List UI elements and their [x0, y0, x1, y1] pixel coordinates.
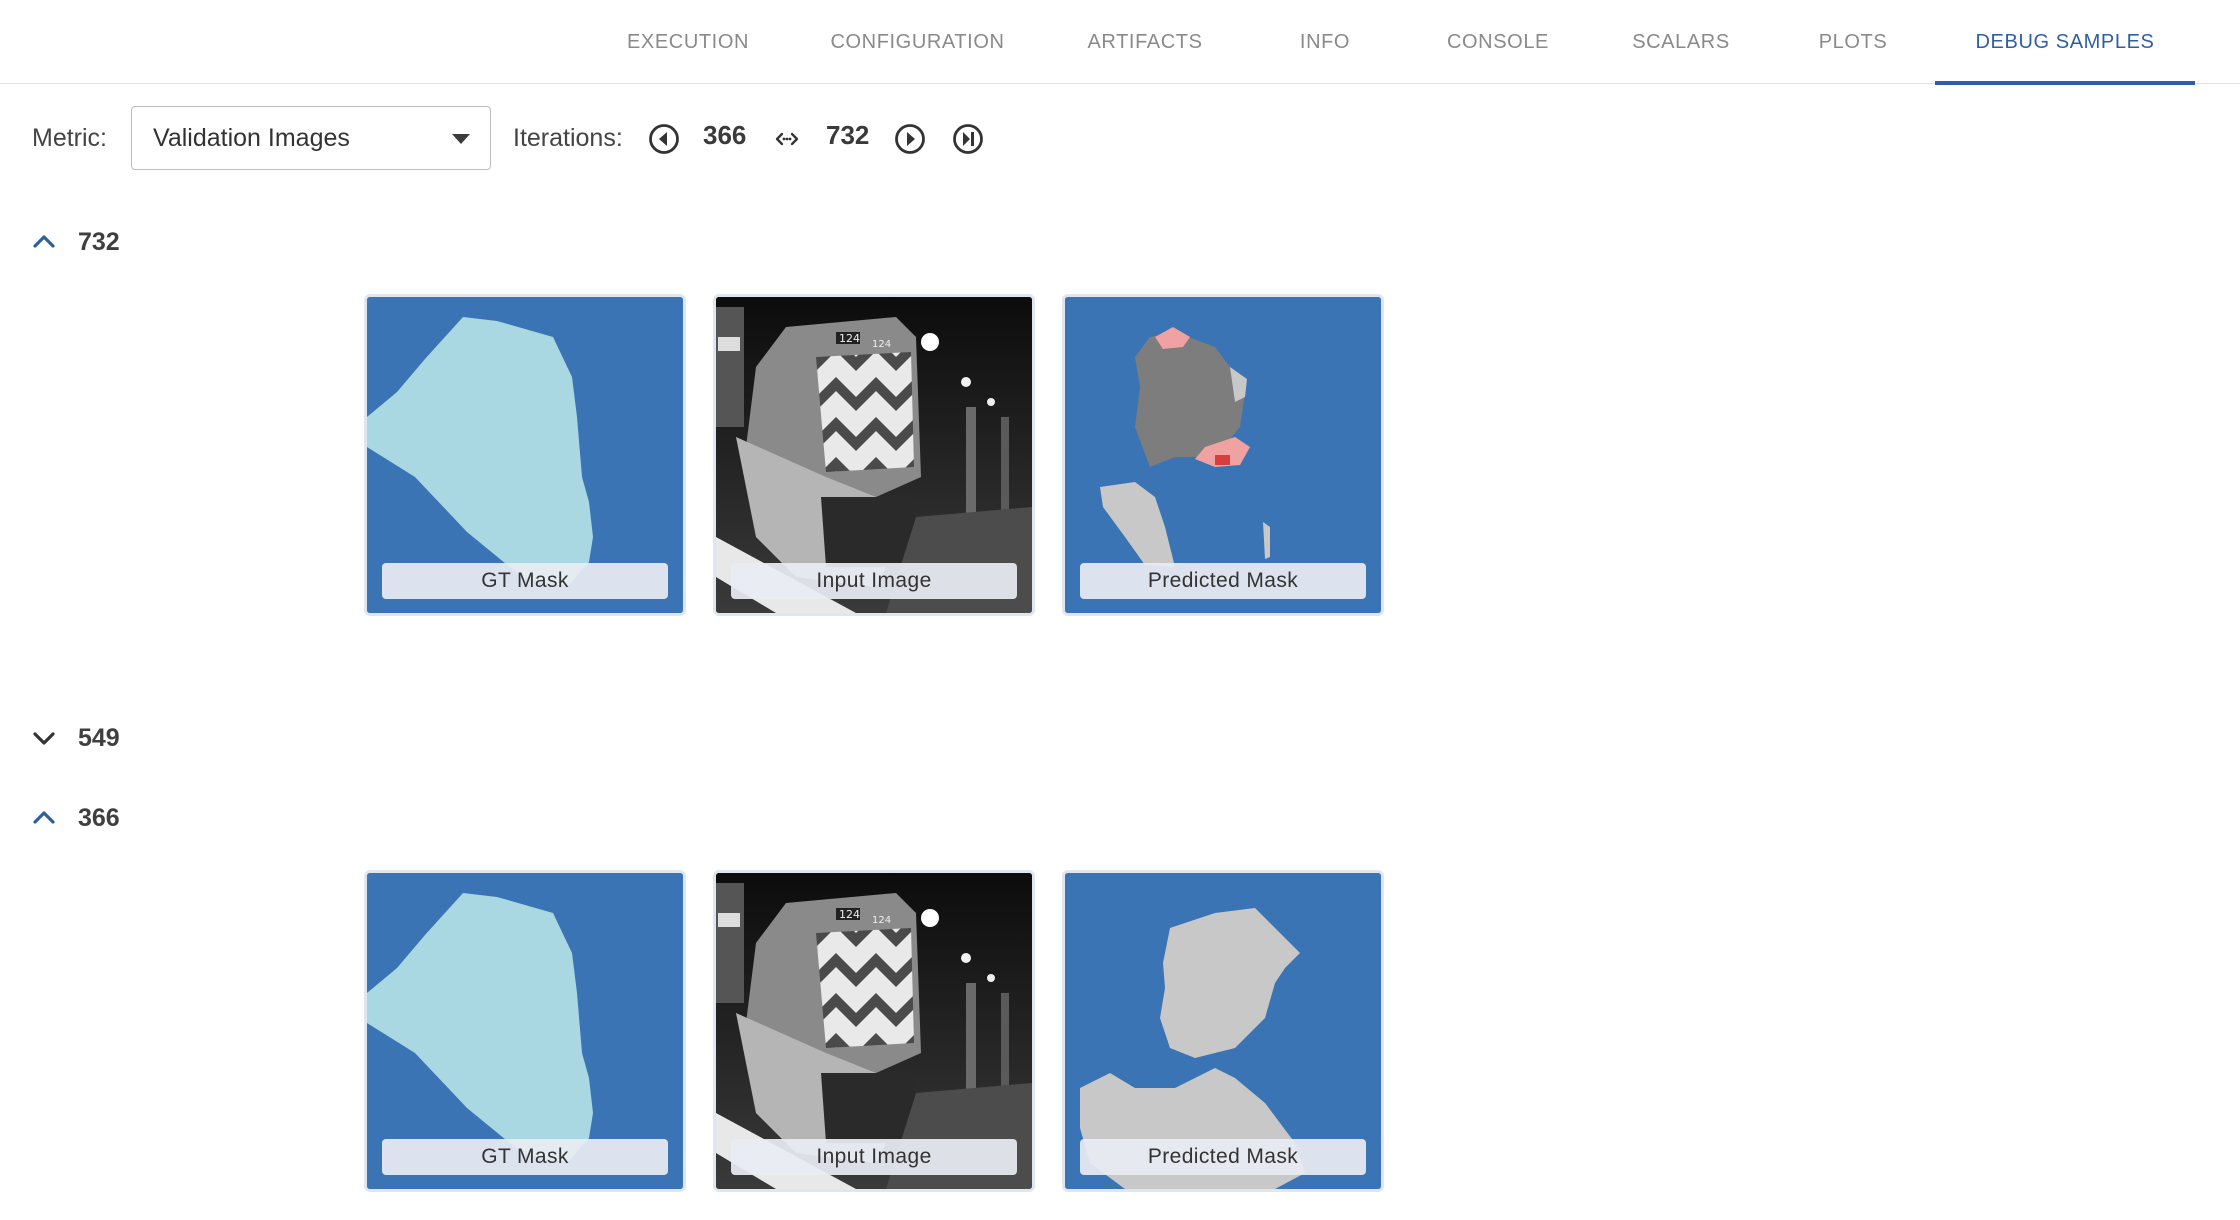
metric-select[interactable]: Validation Images [131, 106, 491, 170]
debug-sample-predicted-mask[interactable]: Predicted Mask [1062, 294, 1384, 616]
sample-caption: GT Mask [382, 563, 668, 599]
chevron-up-icon [33, 811, 55, 824]
sample-caption: Predicted Mask [1080, 563, 1366, 599]
svg-text:124: 124 [839, 332, 860, 345]
tab-info[interactable]: INFO [1280, 0, 1370, 84]
sample-caption: Predicted Mask [1080, 1139, 1366, 1175]
iteration-range-start: 366 [703, 120, 747, 150]
section-iteration-number: 549 [78, 723, 120, 752]
tab-configuration[interactable]: CONFIGURATION [815, 0, 1020, 84]
iterations-label: Iterations: [513, 124, 623, 152]
metric-label: Metric: [32, 124, 107, 152]
svg-text:124: 124 [872, 915, 891, 926]
sample-caption: Input Image [731, 563, 1017, 599]
debug-sample-gt-mask[interactable]: GT Mask [364, 870, 686, 1192]
previous-iteration-icon[interactable] [647, 122, 681, 156]
svg-text:124: 124 [839, 908, 860, 921]
sample-caption: GT Mask [382, 1139, 668, 1175]
svg-text:124: 124 [872, 339, 891, 350]
tab-scalars[interactable]: SCALARS [1610, 0, 1752, 84]
metric-select-value: Validation Images [153, 123, 350, 152]
dropdown-caret-icon [452, 134, 470, 144]
tab-debug-samples[interactable]: DEBUG SAMPLES [1935, 0, 2195, 85]
range-arrows-icon [775, 132, 799, 146]
debug-sample-gt-mask[interactable]: GT Mask [364, 294, 686, 616]
debug-samples-toolbar: Metric: Validation Images Iterations: 36… [0, 106, 1100, 170]
section-iteration-number: 366 [78, 803, 120, 832]
tab-artifacts[interactable]: ARTIFACTS [1069, 0, 1221, 84]
tab-execution[interactable]: EXECUTION [600, 0, 776, 84]
section-header-366[interactable]: 366 [30, 798, 230, 838]
iteration-range-end: 732 [826, 120, 870, 150]
debug-sample-predicted-mask[interactable]: Predicted Mask [1062, 870, 1384, 1192]
section-header-549[interactable]: 549 [30, 718, 230, 758]
sample-caption: Input Image [731, 1139, 1017, 1175]
next-iteration-icon[interactable] [893, 122, 927, 156]
section-iteration-number: 732 [78, 227, 120, 256]
tab-plots[interactable]: PLOTS [1800, 0, 1906, 84]
last-iteration-icon[interactable] [951, 122, 985, 156]
section-header-732[interactable]: 732 [30, 222, 230, 262]
chevron-up-icon [33, 235, 55, 248]
debug-sample-input-image[interactable]: 124 124 Input Image [713, 294, 1035, 616]
debug-sample-input-image[interactable]: 124 124 Input Image [713, 870, 1035, 1192]
chevron-down-icon [33, 732, 55, 745]
top-tab-bar: EXECUTION CONFIGURATION ARTIFACTS INFO C… [0, 0, 2240, 85]
tab-console[interactable]: CONSOLE [1420, 0, 1576, 84]
